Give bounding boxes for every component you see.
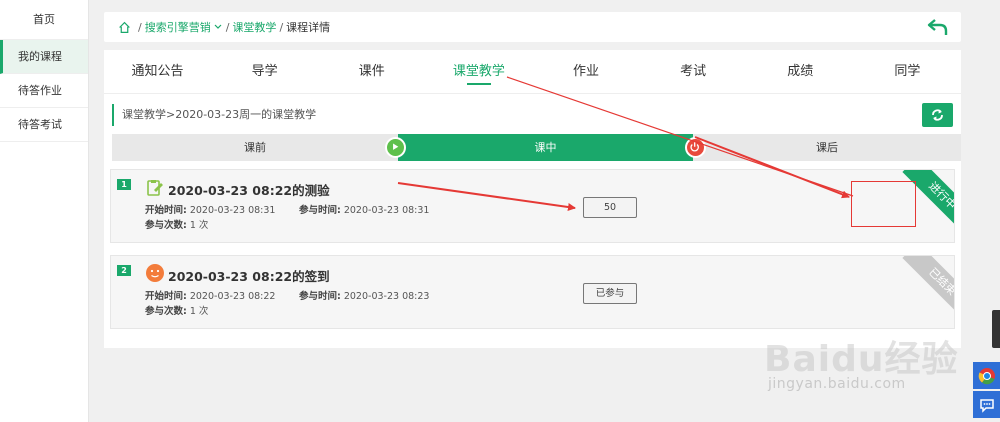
phase-after[interactable]: 课后 (693, 134, 961, 161)
side-handle[interactable] (992, 310, 1000, 348)
chrome-button[interactable] (973, 362, 1000, 389)
play-icon (385, 137, 406, 158)
section-title: 课堂教学>2020-03-23周一的课堂教学 (112, 104, 953, 126)
sidebar-item-pending-exams[interactable]: 待答考试 (0, 108, 88, 142)
join-time-value: 2020-03-23 08:31 (343, 205, 430, 216)
breadcrumb-separator: / (225, 20, 230, 34)
sidebar-item-pending-homework[interactable]: 待答作业 (0, 74, 88, 108)
attempts-label: 参与次数: (145, 220, 187, 231)
sidebar: 首页 我的课程 待答作业 待答考试 (0, 0, 89, 422)
breadcrumb-course[interactable]: 搜索引擎营销 (145, 19, 211, 35)
attempts-row: 参与次数: 1 次 (145, 303, 208, 317)
chevron-down-icon[interactable] (213, 22, 223, 32)
refresh-icon (932, 109, 943, 121)
sidebar-item-my-courses[interactable]: 我的课程 (0, 40, 88, 74)
breadcrumb-classroom[interactable]: 课堂教学 (232, 19, 276, 35)
tab-exams[interactable]: 考试 (640, 50, 747, 93)
phase-before[interactable]: 课前 (112, 134, 398, 161)
start-time-row: 开始时间: 2020-03-23 08:22 (145, 288, 275, 302)
start-time-label: 开始时间: (145, 205, 187, 216)
course-tabs: 通知公告 导学 课件 课堂教学 作业 考试 成绩 同学 (104, 50, 961, 94)
attempts-row: 参与次数: 1 次 (145, 217, 208, 231)
home-icon[interactable] (118, 21, 131, 34)
refresh-button[interactable] (922, 103, 953, 127)
chrome-icon (978, 367, 995, 384)
side-widgets (973, 362, 1000, 420)
start-time-label: 开始时间: (145, 291, 187, 302)
attempts-label: 参与次数: (145, 306, 187, 317)
chat-icon (979, 398, 994, 413)
breadcrumb: / 搜索引擎营销 / 课堂教学 / 课程详情 (104, 12, 961, 42)
status-ribbon: 进行中 (899, 170, 954, 225)
tab-grades[interactable]: 成绩 (747, 50, 854, 93)
sidebar-item-home[interactable]: 首页 (0, 0, 88, 40)
status-ended: 已结束 (902, 256, 954, 311)
join-time-row: 参与时间: 2020-03-23 08:23 (299, 288, 429, 302)
start-time-value: 2020-03-23 08:31 (189, 205, 276, 216)
join-time-row: 参与时间: 2020-03-23 08:31 (299, 202, 429, 216)
activity-card-signin[interactable]: 2 2020-03-23 08:22的签到 开始时间: 2020-03-23 0… (110, 255, 955, 329)
breadcrumb-current: 课程详情 (286, 21, 331, 34)
breadcrumb-separator: / (279, 20, 284, 34)
signin-icon (146, 264, 164, 282)
chat-button[interactable] (973, 391, 1000, 418)
quiz-icon (147, 180, 163, 196)
tab-courseware[interactable]: 课件 (318, 50, 425, 93)
back-arrow-icon[interactable] (927, 17, 949, 37)
activity-number: 1 (117, 179, 131, 190)
activity-number: 2 (117, 265, 131, 276)
tab-notices[interactable]: 通知公告 (104, 50, 211, 93)
tab-guide[interactable]: 导学 (211, 50, 318, 93)
tab-homework[interactable]: 作业 (533, 50, 640, 93)
attempts-value: 1 次 (189, 220, 209, 231)
activity-card-quiz[interactable]: 1 2020-03-23 08:22的测验 开始时间: 2020-03-23 0… (110, 169, 955, 243)
breadcrumb-separator: / (138, 20, 142, 34)
activity-title: 2020-03-23 08:22的测验 (168, 183, 330, 198)
status-ribbon: 已结束 (899, 256, 954, 311)
activity-title: 2020-03-23 08:22的签到 (168, 269, 330, 284)
watermark-url: jingyan.baidu.com (768, 376, 906, 392)
join-time-label: 参与时间: (299, 291, 341, 302)
tab-classmates[interactable]: 同学 (854, 50, 961, 93)
join-time-label: 参与时间: (299, 205, 341, 216)
start-time-row: 开始时间: 2020-03-23 08:31 (145, 202, 275, 216)
attempts-value: 1 次 (189, 306, 209, 317)
power-icon (685, 137, 706, 158)
tab-classroom[interactable]: 课堂教学 (425, 50, 532, 93)
status-in-progress: 进行中 (902, 170, 954, 225)
join-time-value: 2020-03-23 08:23 (343, 291, 430, 302)
start-time-value: 2020-03-23 08:22 (189, 291, 276, 302)
phase-bar: 课前 课中 课后 (112, 134, 961, 161)
joined-button[interactable]: 已参与 (583, 283, 637, 304)
score-button[interactable]: 50 (583, 197, 637, 218)
phase-during[interactable]: 课中 (398, 134, 693, 161)
main-panel: 通知公告 导学 课件 课堂教学 作业 考试 成绩 同学 课堂教学>2020-03… (104, 50, 961, 348)
